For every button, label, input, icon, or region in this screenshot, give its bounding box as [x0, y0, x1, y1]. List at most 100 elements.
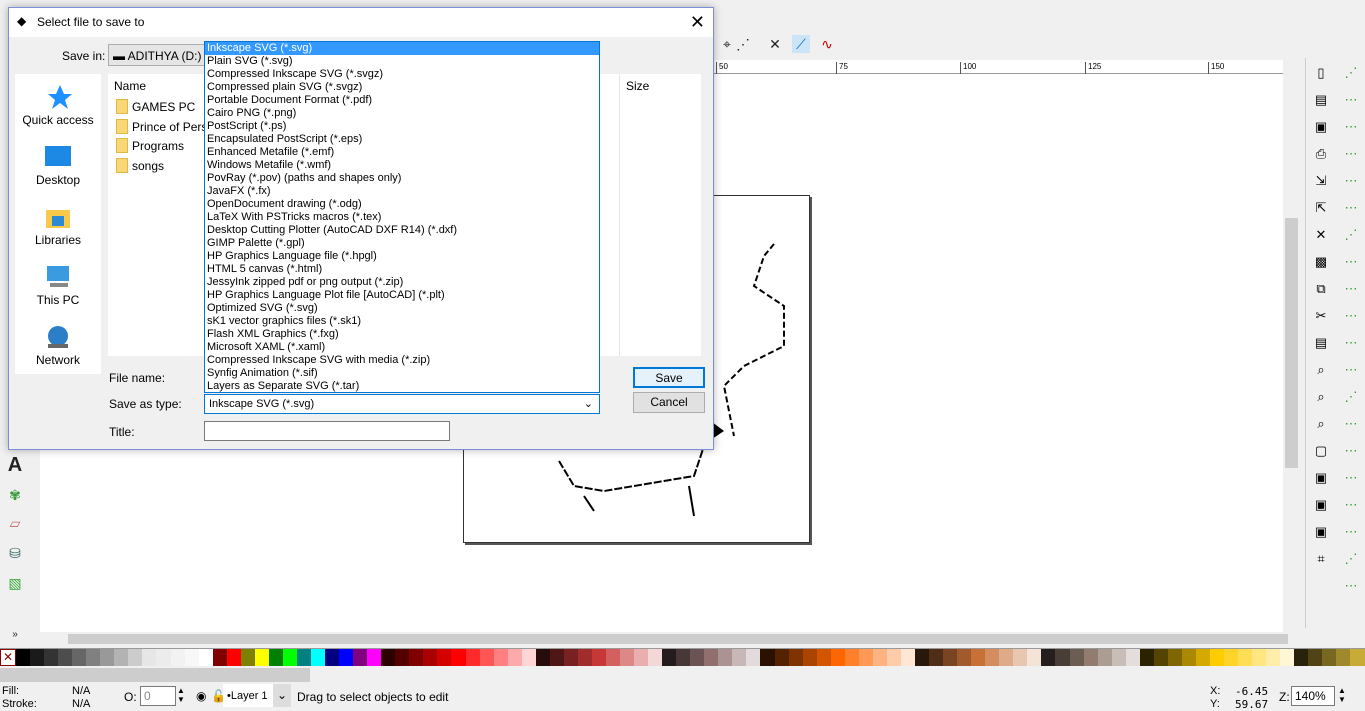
- color-swatch[interactable]: [802, 649, 817, 666]
- color-swatch[interactable]: [451, 649, 466, 666]
- snap-option-icon[interactable]: ⋯: [1342, 442, 1360, 460]
- file-type-option[interactable]: sK1 vector graphics files (*.sk1): [205, 315, 599, 328]
- color-swatch[interactable]: [662, 649, 677, 666]
- file-type-option[interactable]: PostScript (*.ps): [205, 120, 599, 133]
- expand-icon[interactable]: »: [6, 626, 24, 644]
- vertical-scroll-thumb[interactable]: [1285, 218, 1298, 468]
- color-swatch[interactable]: [1013, 649, 1028, 666]
- place-desktop[interactable]: Desktop: [15, 144, 101, 187]
- place-libraries[interactable]: Libraries: [15, 204, 101, 247]
- color-swatch[interactable]: [381, 649, 396, 666]
- file-type-option[interactable]: JessyInk zipped pdf or png output (*.zip…: [205, 276, 599, 289]
- color-swatch[interactable]: [44, 649, 59, 666]
- color-swatch[interactable]: [774, 649, 789, 666]
- color-swatch[interactable]: [676, 649, 691, 666]
- command-icon[interactable]: ⎙: [1312, 145, 1330, 163]
- command-icon[interactable]: ⇲: [1312, 172, 1330, 190]
- color-swatch[interactable]: [872, 649, 887, 666]
- color-swatch[interactable]: [732, 649, 747, 666]
- color-swatch[interactable]: [1294, 649, 1309, 666]
- color-swatch[interactable]: [184, 649, 199, 666]
- color-swatch[interactable]: [128, 649, 143, 666]
- command-icon[interactable]: ▯: [1312, 64, 1330, 82]
- command-icon[interactable]: ▤: [1312, 91, 1330, 109]
- color-swatch[interactable]: [156, 649, 171, 666]
- color-swatch[interactable]: [367, 649, 382, 666]
- color-swatch[interactable]: [1125, 649, 1140, 666]
- color-swatch[interactable]: [1224, 649, 1239, 666]
- file-type-option[interactable]: GIMP Palette (*.gpl): [205, 237, 599, 250]
- color-swatch[interactable]: [1209, 649, 1225, 666]
- snap-option-icon[interactable]: ⋯: [1342, 577, 1360, 595]
- color-swatch[interactable]: [577, 649, 592, 666]
- command-icon[interactable]: ⇱: [1312, 199, 1330, 217]
- snap-option-icon[interactable]: ⋯: [1342, 361, 1360, 379]
- color-swatch[interactable]: [634, 649, 649, 666]
- color-swatch[interactable]: [648, 649, 663, 666]
- command-icon[interactable]: ⌕: [1312, 361, 1330, 379]
- horizontal-scroll-thumb[interactable]: [68, 634, 1288, 644]
- color-swatch[interactable]: [1055, 649, 1070, 666]
- color-swatch[interactable]: [704, 649, 719, 666]
- color-swatch[interactable]: [1153, 649, 1168, 666]
- snap-option-icon[interactable]: ⋯: [1342, 253, 1360, 271]
- snap-nodes-icon[interactable]: ⋰: [734, 35, 752, 53]
- color-swatch[interactable]: [282, 649, 297, 666]
- command-icon[interactable]: ✕: [1312, 226, 1330, 244]
- color-swatch[interactable]: [591, 649, 606, 666]
- layer-dropdown-icon[interactable]: ⌄: [273, 684, 291, 707]
- snap-option-icon[interactable]: ⋯: [1342, 469, 1360, 487]
- color-swatch[interactable]: [198, 649, 213, 666]
- place-quick-access[interactable]: Quick access: [15, 84, 101, 127]
- color-swatch[interactable]: [1181, 649, 1196, 666]
- snap-option-icon[interactable]: ⋯: [1342, 496, 1360, 514]
- file-type-option[interactable]: Windows Metafile (*.wmf): [205, 159, 599, 172]
- file-type-option[interactable]: LaTeX With PSTricks macros (*.tex): [205, 211, 599, 224]
- color-swatch[interactable]: [886, 649, 901, 666]
- color-swatch[interactable]: [395, 649, 410, 666]
- color-swatch[interactable]: [690, 649, 705, 666]
- color-swatch[interactable]: [409, 649, 424, 666]
- snap-option-icon[interactable]: ⋰: [1342, 226, 1360, 244]
- color-swatch[interactable]: [1069, 649, 1084, 666]
- color-swatch[interactable]: [437, 649, 452, 666]
- color-swatch[interactable]: [1167, 649, 1182, 666]
- command-icon[interactable]: ▩: [1312, 253, 1330, 271]
- color-swatch[interactable]: [1280, 649, 1295, 666]
- file-item[interactable]: GAMES PC: [116, 99, 195, 114]
- file-type-option[interactable]: OpenDocument drawing (*.odg): [205, 198, 599, 211]
- close-icon[interactable]: ✕: [690, 12, 705, 33]
- command-icon[interactable]: ⌗: [1312, 550, 1330, 568]
- color-swatch[interactable]: [170, 649, 185, 666]
- color-swatch[interactable]: [900, 649, 915, 666]
- color-swatch[interactable]: [605, 649, 621, 666]
- color-swatch[interactable]: [58, 649, 73, 666]
- color-swatch[interactable]: [1027, 649, 1042, 666]
- file-item[interactable]: Programs: [116, 138, 184, 153]
- file-type-option[interactable]: Flash XML Graphics (*.fxg): [205, 328, 599, 341]
- color-swatch[interactable]: [423, 649, 438, 666]
- snap-option-icon[interactable]: ⋯: [1342, 118, 1360, 136]
- color-swatch[interactable]: [999, 649, 1014, 666]
- color-swatch[interactable]: [521, 649, 536, 666]
- file-type-option[interactable]: Compressed Inkscape SVG with media (*.zi…: [205, 354, 599, 367]
- file-type-option[interactable]: Layers as Separate SVG (*.tar): [205, 380, 599, 393]
- color-swatch[interactable]: [1238, 649, 1253, 666]
- color-swatch[interactable]: [620, 649, 635, 666]
- file-type-option[interactable]: Desktop Cutting Plotter (AutoCAD DXF R14…: [205, 224, 599, 237]
- file-type-option[interactable]: Portable Document Format (*.pdf): [205, 94, 599, 107]
- file-item[interactable]: Prince of Persia: [116, 118, 217, 134]
- color-palette[interactable]: ✕: [0, 648, 1365, 666]
- file-type-option[interactable]: Cairo PNG (*.png): [205, 107, 599, 120]
- color-swatch[interactable]: [226, 649, 241, 666]
- snap-option-icon[interactable]: ⋯: [1342, 280, 1360, 298]
- snap-option-icon[interactable]: ⋯: [1342, 172, 1360, 190]
- command-icon[interactable]: ⌕: [1312, 415, 1330, 433]
- color-swatch[interactable]: [1266, 649, 1281, 666]
- file-type-option[interactable]: Compressed Inkscape SVG (*.svgz): [205, 68, 599, 81]
- color-swatch[interactable]: [915, 649, 930, 666]
- command-icon[interactable]: ▣: [1312, 118, 1330, 136]
- color-swatch[interactable]: [339, 649, 354, 666]
- color-swatch[interactable]: [493, 649, 508, 666]
- color-swatch[interactable]: [985, 649, 1000, 666]
